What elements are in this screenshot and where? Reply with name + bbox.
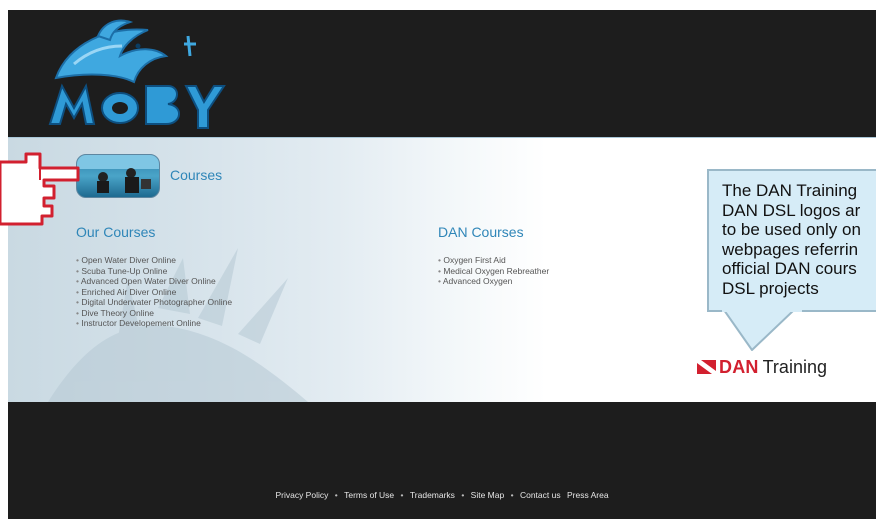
footer-link-sitemap[interactable]: Site Map	[471, 490, 505, 500]
list-item[interactable]: Instructor Developement Online	[76, 318, 232, 329]
site-header	[8, 10, 876, 137]
dan-brand-text: DAN	[719, 356, 759, 377]
dive-flag-icon	[697, 360, 716, 374]
list-item[interactable]: Advanced Oxygen	[438, 276, 549, 287]
dan-courses-heading: DAN Courses	[438, 224, 524, 240]
our-courses-list: Open Water Diver Online Scuba Tune-Up On…	[76, 255, 232, 329]
callout-pointer	[722, 310, 802, 351]
site-footer: Privacy Policy • Terms of Use • Trademar…	[8, 402, 876, 519]
list-item[interactable]: Medical Oxygen Rebreather	[438, 266, 549, 277]
our-courses-heading: Our Courses	[76, 224, 156, 240]
footer-link-privacy[interactable]: Privacy Policy	[275, 490, 328, 500]
moby-dolphin-logo[interactable]	[38, 16, 238, 134]
pointing-hand-icon	[0, 152, 80, 226]
footer-link-terms[interactable]: Terms of Use	[344, 490, 394, 500]
footer-separator: •	[461, 490, 465, 500]
footer-separator: •	[400, 490, 404, 500]
footer-links: Privacy Policy • Terms of Use • Trademar…	[8, 490, 876, 500]
dan-training-logo: DAN Training	[697, 356, 827, 378]
callout-text: The DAN Training DAN DSL logos ar to be …	[722, 181, 861, 298]
footer-link-press[interactable]: Press Area	[567, 490, 609, 500]
list-item[interactable]: Enriched Air Diver Online	[76, 287, 232, 298]
dan-usage-callout: The DAN Training DAN DSL logos ar to be …	[707, 169, 876, 312]
footer-link-trademarks[interactable]: Trademarks	[410, 490, 455, 500]
footer-link-contact[interactable]: Contact us	[520, 490, 561, 500]
list-item[interactable]: Dive Theory Online	[76, 308, 232, 319]
list-item[interactable]: Advanced Open Water Diver Online	[76, 276, 232, 287]
page: Courses Our Courses Open Water Diver Onl…	[0, 0, 876, 526]
dan-courses-list: Oxygen First Aid Medical Oxygen Rebreath…	[438, 255, 549, 287]
dan-training-text: Training	[762, 356, 827, 377]
list-item[interactable]: Digital Underwater Photographer Online	[76, 297, 232, 308]
list-item[interactable]: Scuba Tune-Up Online	[76, 266, 232, 277]
divers-pool-image	[77, 155, 159, 193]
footer-separator: •	[334, 490, 338, 500]
footer-separator: •	[510, 490, 514, 500]
courses-thumbnail[interactable]	[76, 154, 160, 198]
courses-heading[interactable]: Courses	[170, 167, 222, 183]
list-item[interactable]: Oxygen First Aid	[438, 255, 549, 266]
list-item[interactable]: Open Water Diver Online	[76, 255, 232, 266]
